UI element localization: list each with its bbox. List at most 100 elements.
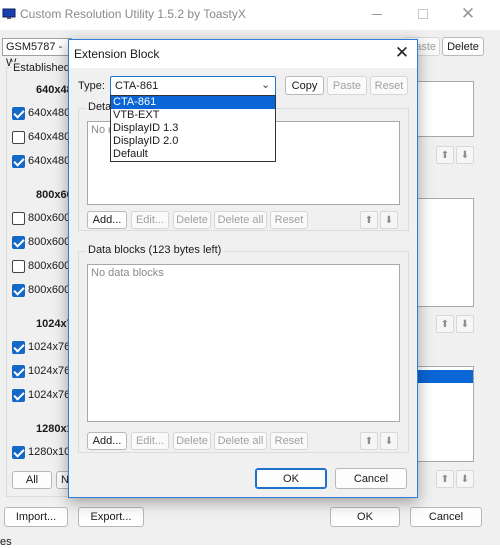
detailed-down-arrow-icon[interactable]: ⬇	[380, 211, 398, 229]
detailed-add-button[interactable]: Add...	[87, 211, 127, 229]
copy-label: Copy	[291, 79, 318, 92]
dialog-cancel-button[interactable]: Cancel	[335, 468, 407, 489]
right-up-1[interactable]: ⬆	[436, 146, 454, 164]
checkbox-800-4[interactable]	[12, 284, 25, 297]
close-icon[interactable]: ✕	[460, 4, 476, 23]
blocks-reset-label: Reset	[274, 435, 304, 447]
detailed-delete-button[interactable]: Delete	[173, 211, 211, 229]
detailed-up-arrow-icon[interactable]: ⬆	[360, 211, 378, 229]
dropdown-option-default-label: Default	[113, 148, 148, 160]
main-ok-label: OK	[357, 511, 373, 523]
main-delete-button[interactable]: Delete	[442, 37, 484, 56]
export-button[interactable]: Export...	[78, 507, 144, 527]
detailed-add-label: Add...	[92, 214, 122, 226]
import-label: Import...	[15, 511, 57, 523]
import-button[interactable]: Import...	[4, 507, 68, 527]
dropdown-option-displayid-20-label: DisplayID 2.0	[113, 135, 179, 147]
dropdown-option-cta-861[interactable]: CTA-861	[111, 96, 275, 109]
right-down-2[interactable]: ⬇	[456, 315, 474, 333]
chevron-down-icon: ⌄	[261, 79, 271, 91]
res-label-1280-1: 1280x10	[28, 446, 71, 458]
blocks-delete-button[interactable]: Delete	[173, 432, 211, 450]
main-cancel-button[interactable]: Cancel	[410, 507, 482, 527]
all-button[interactable]: All	[12, 471, 52, 489]
dropdown-option-displayid-13-label: DisplayID 1.3	[113, 122, 179, 134]
reset-label: Reset	[374, 79, 404, 92]
established-label: Established	[12, 62, 71, 74]
dropdown-option-default[interactable]: Default	[111, 148, 275, 161]
main-delete-label: Delete	[447, 40, 479, 53]
main-ok-button[interactable]: OK	[330, 507, 400, 527]
minimize-icon[interactable]	[372, 14, 382, 15]
res-label-800-2: 800x600	[28, 236, 71, 248]
app-monitor-icon	[2, 8, 16, 20]
dropdown-option-vtb-ext-label: VTB-EXT	[113, 109, 160, 121]
type-dropdown-list: CTA-861 VTB-EXT DisplayID 1.3 DisplayID …	[110, 95, 276, 162]
paste-label: Paste	[332, 79, 362, 92]
right-up-3[interactable]: ⬆	[436, 470, 454, 488]
export-label: Export...	[90, 511, 132, 523]
checkbox-1024-3[interactable]	[12, 389, 25, 402]
blocks-edit-label: Edit...	[135, 435, 165, 447]
type-select-value: CTA-861	[115, 80, 159, 92]
res-label-640-1: 640x480	[28, 107, 71, 119]
blocks-add-label: Add...	[92, 435, 122, 447]
main-cancel-label: Cancel	[428, 511, 464, 523]
detailed-reset-label: Reset	[274, 214, 304, 226]
right-listbox-1[interactable]	[416, 81, 474, 137]
checkbox-640-3[interactable]	[12, 155, 25, 168]
dropdown-option-cta-861-label: CTA-861	[113, 96, 157, 108]
checkbox-1024-2[interactable]	[12, 365, 25, 378]
copy-button[interactable]: Copy	[285, 76, 324, 95]
blocks-delete-all-label: Delete all	[217, 435, 264, 447]
dialog-close-icon[interactable]: ✕	[393, 43, 411, 63]
dialog-cancel-label: Cancel	[353, 472, 389, 485]
dialog-ok-label: OK	[283, 472, 299, 485]
right-up-2[interactable]: ⬆	[436, 315, 454, 333]
data-blocks-group-label: Data blocks (123 bytes left)	[86, 244, 224, 256]
detailed-reset-button[interactable]: Reset	[270, 211, 308, 229]
detailed-delete-all-button[interactable]: Delete all	[214, 211, 267, 229]
dialog-title-bar: Extension Block ✕	[69, 40, 417, 68]
checkbox-800-3[interactable]	[12, 260, 25, 273]
res-label-640-3: 640x480	[28, 155, 71, 167]
right-listbox-2[interactable]	[416, 198, 474, 307]
blocks-delete-all-button[interactable]: Delete all	[214, 432, 267, 450]
type-select[interactable]: CTA-861 ⌄	[110, 76, 276, 97]
blocks-delete-label: Delete	[176, 435, 208, 447]
checkbox-640-1[interactable]	[12, 107, 25, 120]
paste-button[interactable]: Paste	[327, 76, 367, 95]
detailed-delete-all-label: Delete all	[217, 214, 264, 226]
res-label-800-3: 800x600	[28, 260, 71, 272]
data-blocks-listbox[interactable]: No data blocks	[87, 264, 400, 422]
checkbox-640-2[interactable]	[12, 131, 25, 144]
checkbox-1024-1[interactable]	[12, 341, 25, 354]
dropdown-option-vtb-ext[interactable]: VTB-EXT	[111, 109, 275, 122]
right-down-3[interactable]: ⬇	[456, 470, 474, 488]
all-label: All	[25, 474, 39, 486]
res-label-1024-1: 1024x76	[28, 341, 71, 353]
checkbox-1280-1[interactable]	[12, 446, 25, 459]
detailed-edit-button[interactable]: Edit...	[131, 211, 169, 229]
dialog-ok-button[interactable]: OK	[255, 468, 327, 489]
checkbox-800-2[interactable]	[12, 236, 25, 249]
blocks-add-button[interactable]: Add...	[87, 432, 127, 450]
right-down-1[interactable]: ⬇	[456, 146, 474, 164]
reset-button[interactable]: Reset	[370, 76, 408, 95]
detailed-edit-label: Edit...	[135, 214, 165, 226]
maximize-icon[interactable]	[418, 9, 428, 19]
dropdown-option-displayid-20[interactable]: DisplayID 2.0	[111, 135, 275, 148]
blocks-down-arrow-icon[interactable]: ⬇	[380, 432, 398, 450]
detailed-delete-label: Delete	[176, 214, 208, 226]
dialog-title: Extension Block	[74, 47, 160, 61]
res-label-1024-2: 1024x76	[28, 365, 71, 377]
dropdown-option-displayid-13[interactable]: DisplayID 1.3	[111, 122, 275, 135]
no-data-blocks-text: No data blocks	[91, 267, 164, 279]
monitor-select[interactable]: GSM5787 - W	[2, 38, 72, 69]
right-list-selected-row[interactable]	[417, 370, 473, 383]
blocks-up-arrow-icon[interactable]: ⬆	[360, 432, 378, 450]
blocks-reset-button[interactable]: Reset	[270, 432, 308, 450]
checkbox-800-1[interactable]	[12, 212, 25, 225]
blocks-edit-button[interactable]: Edit...	[131, 432, 169, 450]
main-paste-label: aste	[415, 40, 436, 53]
